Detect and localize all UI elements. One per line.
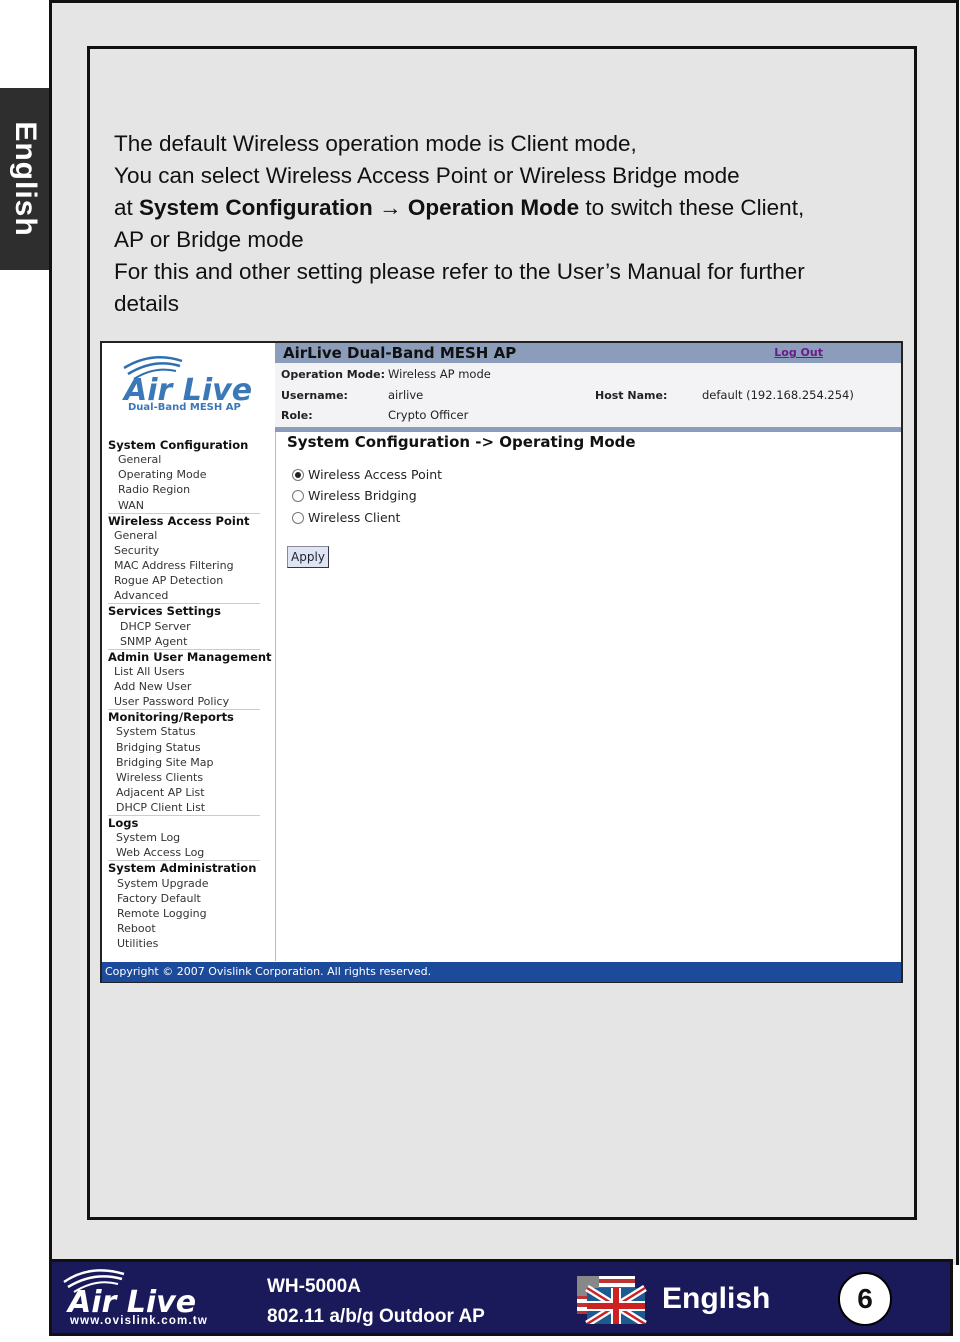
- desc-line-1: The default Wireless operation mode is C…: [114, 131, 637, 156]
- copyright-bar: Copyright © 2007 Ovislink Corporation. A…: [102, 962, 901, 982]
- desc-line-5: For this and other setting please refer …: [114, 259, 805, 284]
- sidebar-item-factory-default[interactable]: Factory Default: [117, 892, 201, 905]
- radio-unselected-icon[interactable]: [292, 489, 304, 502]
- sidebar-group-wireless-access-point[interactable]: Wireless Access Point: [108, 514, 250, 528]
- desc-menu-path-1: System Configuration: [139, 195, 373, 220]
- sidebar-item-bridging-status[interactable]: Bridging Status: [116, 741, 201, 754]
- operation-mode-label: Operation Mode:: [281, 368, 386, 381]
- desc-line-3-post: to switch these Client,: [579, 195, 805, 220]
- language-side-tab: English: [0, 88, 50, 270]
- language-side-tab-label: English: [9, 121, 42, 237]
- sidebar-item-radio-region[interactable]: Radio Region: [118, 483, 190, 496]
- desc-menu-path-2: Operation Mode: [407, 195, 580, 220]
- web-ui-screenshot: Air Live Dual-Band MESH AP AirLive Dual-…: [100, 341, 903, 983]
- radio-selected-icon[interactable]: [292, 468, 304, 481]
- sidebar-item-adjacent-ap-list[interactable]: Adjacent AP List: [116, 786, 205, 799]
- svg-text:Dual-Band MESH AP: Dual-Band MESH AP: [128, 402, 241, 413]
- main-content: System Configuration -> Operating Mode W…: [276, 432, 901, 961]
- desc-line-6: details: [114, 291, 180, 316]
- operation-mode-value: Wireless AP mode: [388, 367, 491, 381]
- footer-language: English: [662, 1282, 771, 1315]
- role-value: Crypto Officer: [388, 408, 469, 422]
- sidebar-group-services-settings[interactable]: Services Settings: [108, 604, 221, 618]
- airlive-logo: Air Live Dual-Band MESH AP: [102, 343, 275, 428]
- sidebar-item-web-access-log[interactable]: Web Access Log: [116, 846, 204, 859]
- footer-airlive-logo-icon: Air Live: [63, 1269, 196, 1316]
- sidebar-item-operating-mode[interactable]: Operating Mode: [118, 468, 206, 481]
- radio-label: Wireless Access Point: [308, 467, 443, 482]
- airlive-logo-icon: Air Live Dual-Band MESH AP: [122, 356, 252, 413]
- apply-button[interactable]: Apply: [287, 546, 329, 568]
- sidebar-item-remote-logging[interactable]: Remote Logging: [117, 907, 207, 920]
- sidebar-item-mac-address-filtering[interactable]: MAC Address Filtering: [114, 559, 234, 572]
- host-name-value: default (192.168.254.254): [702, 388, 854, 402]
- host-name-label: Host Name:: [595, 389, 668, 402]
- sidebar-item-wireless-clients[interactable]: Wireless Clients: [116, 771, 203, 784]
- sidebar-item-dhcp-server[interactable]: DHCP Server: [120, 620, 191, 633]
- app-header: AirLive Dual-Band MESH AP Log Out: [275, 343, 901, 363]
- product-model: WH-5000A: [267, 1276, 361, 1297]
- app-title: AirLive Dual-Band MESH AP: [283, 344, 517, 362]
- radio-wireless-access-point[interactable]: Wireless Access Point: [292, 467, 442, 482]
- sidebar-item-general[interactable]: General: [118, 453, 161, 466]
- sidebar-item-reboot[interactable]: Reboot: [117, 922, 156, 935]
- sidebar-item-utilities[interactable]: Utilities: [117, 937, 158, 950]
- us-uk-flag-icon: [577, 1276, 647, 1324]
- desc-line-4: AP or Bridge mode: [114, 227, 304, 252]
- username-value: airlive: [388, 388, 424, 402]
- product-description: 802.11 a/b/g Outdoor AP: [267, 1306, 485, 1327]
- sidebar-item-dhcp-client-list[interactable]: DHCP Client List: [116, 801, 205, 814]
- sidebar-group-admin-user-management[interactable]: Admin User Management: [108, 650, 272, 664]
- sidebar-item-advanced[interactable]: Advanced: [114, 589, 168, 602]
- sidebar-item-snmp-agent[interactable]: SNMP Agent: [120, 635, 187, 648]
- sidebar-item-system-status[interactable]: System Status: [116, 725, 196, 738]
- sidebar-item-wan[interactable]: WAN: [118, 499, 144, 512]
- radio-wireless-client[interactable]: Wireless Client: [292, 510, 400, 525]
- page-number: 6: [838, 1272, 892, 1326]
- sidebar-item-security[interactable]: Security: [114, 544, 159, 557]
- sidebar-item-system-upgrade[interactable]: System Upgrade: [117, 877, 209, 890]
- sidebar-item-user-password-policy[interactable]: User Password Policy: [114, 695, 229, 708]
- desc-line-3: at System Configuration → Operation Mode…: [114, 192, 874, 224]
- sidebar-item-general[interactable]: General: [114, 529, 157, 542]
- description-text: The default Wireless operation mode is C…: [114, 128, 874, 320]
- radio-label: Wireless Client: [308, 510, 401, 525]
- sidebar-item-system-log[interactable]: System Log: [116, 831, 180, 844]
- radio-unselected-icon[interactable]: [292, 511, 304, 524]
- sidebar-group-system-administration[interactable]: System Administration: [108, 861, 256, 875]
- username-label: Username:: [281, 389, 348, 402]
- page-title: System Configuration -> Operating Mode: [287, 433, 636, 451]
- arrow-right-icon: →: [372, 195, 408, 220]
- sidebar-item-add-new-user[interactable]: Add New User: [114, 680, 191, 693]
- desc-line-3-pre: at: [114, 195, 140, 220]
- sidebar-item-list-all-users[interactable]: List All Users: [114, 665, 185, 678]
- sidebar-group-system-configuration[interactable]: System Configuration: [108, 438, 248, 452]
- page-footer: Air Live www.ovislink.com.tw WH-5000A 80…: [49, 1259, 953, 1336]
- radio-label: Wireless Bridging: [308, 488, 417, 503]
- sidebar-group-monitoring-reports[interactable]: Monitoring/Reports: [108, 710, 234, 724]
- sidebar-item-bridging-site-map[interactable]: Bridging Site Map: [116, 756, 213, 769]
- svg-text:Air Live: Air Live: [66, 1285, 196, 1316]
- desc-line-2: You can select Wireless Access Point or …: [114, 163, 740, 188]
- sidebar-item-rogue-ap-detection[interactable]: Rogue AP Detection: [114, 574, 223, 587]
- footer-website: www.ovislink.com.tw: [70, 1315, 209, 1327]
- sidebar-group-logs[interactable]: Logs: [108, 816, 138, 830]
- session-info: Operation Mode: Wireless AP mode Usernam…: [275, 363, 901, 427]
- role-label: Role:: [281, 409, 313, 422]
- sidebar-nav: System Configuration General Operating Mod…: [102, 432, 276, 961]
- radio-wireless-bridging[interactable]: Wireless Bridging: [292, 488, 417, 503]
- logout-link[interactable]: Log Out: [774, 346, 823, 359]
